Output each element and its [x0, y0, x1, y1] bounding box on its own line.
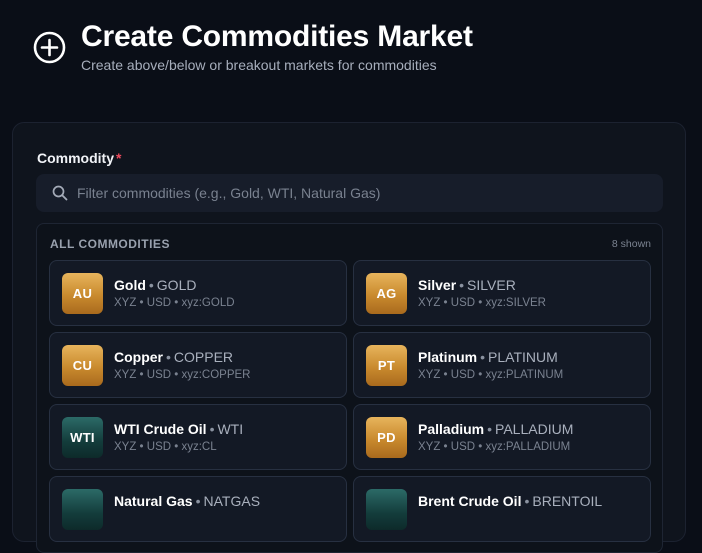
required-mark: * [116, 150, 122, 166]
commodity-card-platinum[interactable]: PT Platinum • PLATINUM XYZ • USD • xyz:PLA… [353, 332, 651, 398]
commodity-name: Copper [114, 349, 163, 365]
commodity-meta: XYZ • USD • xyz:GOLD [114, 297, 235, 309]
title-separator: • [487, 421, 493, 437]
commodity-code: GOLD [156, 277, 197, 293]
commodity-badge: AU [62, 273, 103, 314]
commodity-label: Commodity * [37, 150, 121, 166]
commodity-meta: XYZ • USD • xyz:PLATINUM [418, 369, 564, 381]
commodity-code: PALLADIUM [495, 421, 574, 437]
plus-circle-icon [33, 31, 66, 64]
commodity-title: Copper • COPPER [114, 349, 233, 365]
commodity-badge: CU [62, 345, 103, 386]
commodity-name: Gold [114, 277, 146, 293]
commodity-label-text: Commodity [37, 150, 114, 166]
list-title: ALL COMMODITIES [50, 237, 170, 251]
commodity-card-wti[interactable]: WTI WTI Crude Oil • WTI XYZ • USD • xyz:CL [49, 404, 347, 470]
commodity-meta: XYZ • USD • xyz:SILVER [418, 297, 546, 309]
commodity-list-header: ALL COMMODITIES 8 shown [50, 237, 651, 251]
page-title: Create Commodities Market [81, 20, 473, 53]
commodity-meta: XYZ • USD • xyz:PALLADIUM [418, 441, 571, 453]
commodity-list: ALL COMMODITIES 8 shown AU Gold • GOLD XYZ… [36, 223, 663, 553]
commodity-badge: WTI [62, 417, 103, 458]
commodity-code: COPPER [173, 349, 234, 365]
commodity-title: Palladium • PALLADIUM [418, 421, 573, 437]
page-header: Create Commodities Market Create above/b… [33, 18, 473, 73]
create-market-panel: Commodity* ALL COMMODITIES 8 shown AU Go… [12, 122, 686, 553]
commodity-search-box[interactable] [36, 174, 663, 212]
commodity-badge [366, 489, 407, 530]
page-subtitle: Create above/below or breakout markets f… [81, 57, 437, 73]
title-separator: • [480, 349, 486, 365]
commodity-badge: AG [366, 273, 407, 314]
commodity-card-brent[interactable]: Brent Crude Oil • BRENTOIL [353, 476, 651, 542]
commodity-search-input[interactable] [77, 174, 663, 212]
commodity-card-copper[interactable]: CU Copper • COPPER XYZ • USD • xyz:COPPER [49, 332, 347, 398]
commodity-name: Natural Gas [114, 493, 193, 509]
commodity-title: Gold • GOLD [114, 277, 196, 293]
commodity-badge: PD [366, 417, 407, 458]
commodity-name: Brent Crude Oil [418, 493, 522, 509]
commodity-code: NATGAS [203, 493, 261, 509]
title-separator: • [459, 277, 465, 293]
commodity-card-palladium[interactable]: PD Palladium • PALLADIUM XYZ • USD • xyz:P… [353, 404, 651, 470]
search-icon [52, 185, 68, 201]
commodity-name: Palladium [418, 421, 485, 437]
commodity-badge: PT [366, 345, 407, 386]
commodity-name: Platinum [418, 349, 478, 365]
title-separator: • [195, 493, 201, 509]
list-count: 8 shown [611, 238, 651, 250]
commodity-card-silver[interactable]: AG Silver • SILVER XYZ • USD • xyz:SILVER [353, 260, 651, 326]
commodity-title: WTI Crude Oil • WTI [114, 421, 243, 437]
commodity-badge [62, 489, 103, 530]
commodity-code: SILVER [467, 277, 516, 293]
commodity-meta: XYZ • USD • xyz:COPPER [114, 369, 251, 381]
title-separator: • [209, 421, 215, 437]
commodity-title: Platinum • PLATINUM [418, 349, 558, 365]
commodity-title: Brent Crude Oil • BRENTOIL [418, 493, 602, 509]
commodity-name: WTI Crude Oil [114, 421, 207, 437]
commodity-card-gold[interactable]: AU Gold • GOLD XYZ • USD • xyz:GOLD [49, 260, 347, 326]
commodity-title: Silver • SILVER [418, 277, 516, 293]
title-separator: • [524, 493, 530, 509]
commodity-card-natural-gas[interactable]: Natural Gas • NATGAS [49, 476, 347, 542]
commodity-name: Silver [418, 277, 457, 293]
commodity-title: Natural Gas • NATGAS [114, 493, 260, 509]
commodity-code: PLATINUM [488, 349, 558, 365]
title-separator: • [148, 277, 154, 293]
title-separator: • [166, 349, 171, 365]
commodity-code: WTI [217, 421, 244, 437]
commodity-meta: XYZ • USD • xyz:CL [114, 441, 217, 453]
commodity-code: BRENTOIL [532, 493, 603, 509]
